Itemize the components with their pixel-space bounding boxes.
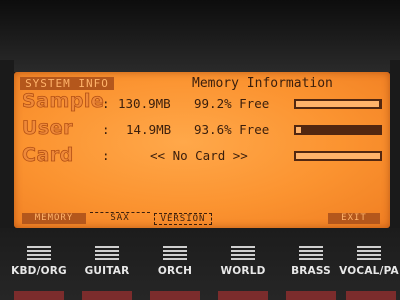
card-meter-fill (296, 153, 380, 159)
vocal-pad-button[interactable]: VOCAL/PA (338, 246, 400, 277)
button-foot-6 (346, 291, 396, 300)
system-info-tab[interactable]: SYSTEM INFO (20, 77, 114, 90)
sax-softkey[interactable]: SAX (90, 212, 150, 224)
guitar-button-icon (95, 246, 119, 260)
bezel-right (390, 60, 400, 240)
world-button-icon (231, 246, 255, 260)
guitar-button[interactable]: GUITAR (74, 246, 140, 277)
sample-free: 99.2% Free (194, 96, 270, 111)
sample-meter-fill (296, 101, 379, 107)
button-foot-1 (14, 291, 64, 300)
card-label: Card (22, 144, 74, 167)
user-separator: : (102, 122, 110, 137)
button-foot-4 (218, 291, 268, 300)
user-memory-meter (294, 125, 382, 135)
card-separator: : (102, 148, 110, 163)
orch-button-icon (163, 246, 187, 260)
kbd-org-button[interactable]: KBD/ORG (6, 246, 72, 277)
vocal-pad-label: VOCAL/PA (339, 265, 399, 277)
brass-label: BRASS (291, 265, 331, 277)
lcd-screen: SYSTEM INFO Memory Information Sample : … (14, 72, 390, 228)
kbd-org-label: KBD/ORG (11, 265, 67, 277)
no-card-message: << No Card >> (150, 148, 248, 163)
kbd-org-button-icon (27, 246, 51, 260)
guitar-label: GUITAR (84, 265, 130, 277)
display-bezel (0, 0, 400, 72)
vocal-pad-button-icon (357, 246, 381, 260)
sample-memory-meter (294, 99, 382, 109)
orch-button[interactable]: ORCH (142, 246, 208, 277)
user-label: User (22, 117, 73, 140)
memory-softkey[interactable]: MEMORY (22, 213, 86, 224)
world-button[interactable]: WORLD (210, 246, 276, 277)
sample-separator: : (102, 96, 110, 111)
bezel-left (0, 60, 14, 240)
button-foot-2 (82, 291, 132, 300)
brass-button-icon (299, 246, 323, 260)
page-title: Memory Information (192, 76, 333, 91)
user-size: 14.9MB (126, 122, 172, 137)
sample-size: 130.9MB (118, 96, 171, 111)
brass-button[interactable]: BRASS (278, 246, 344, 277)
user-meter-fill (296, 127, 301, 133)
version-softkey[interactable]: VERSION (154, 213, 212, 225)
orch-label: ORCH (157, 265, 193, 277)
card-memory-meter (294, 151, 382, 161)
sample-label: Sample (22, 90, 105, 113)
exit-softkey[interactable]: EXIT (328, 213, 380, 224)
world-label: WORLD (220, 265, 266, 277)
button-foot-3 (150, 291, 200, 300)
user-free: 93.6% Free (194, 122, 270, 137)
button-foot-5 (286, 291, 336, 300)
